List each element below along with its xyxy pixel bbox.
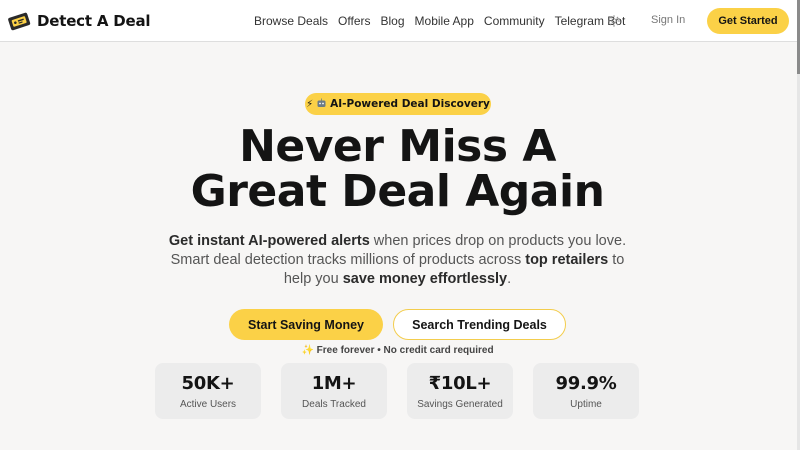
top-navbar: Detect A Deal Browse Deals Offers Blog M… <box>0 0 797 42</box>
nav-link-blog[interactable]: Blog <box>381 14 405 28</box>
stat-value: 1M+ <box>311 373 357 394</box>
stat-value: ₹10L+ <box>428 373 492 394</box>
stat-card-uptime: 99.9% Uptime <box>533 363 639 419</box>
stat-value: 50K+ <box>181 373 235 394</box>
ticket-deal-icon <box>7 10 31 32</box>
ai-discovery-badge: ⚡ AI-Powered Deal Discovery <box>305 93 491 115</box>
nav-links: Browse Deals Offers Blog Mobile App Comm… <box>254 13 635 29</box>
free-forever-note: ✨ Free forever • No credit card required <box>301 345 494 356</box>
start-saving-button[interactable]: Start Saving Money <box>229 309 383 340</box>
stat-value: 99.9% <box>555 373 617 394</box>
stat-label: Deals Tracked <box>302 399 366 410</box>
stat-card-savings: ₹10L+ Savings Generated <box>407 363 513 419</box>
hero-subtitle: Get instant AI-powered alerts when price… <box>160 232 635 289</box>
brand-logo[interactable]: Detect A Deal <box>7 10 151 32</box>
stat-label: Uptime <box>570 399 602 410</box>
lightning-icon: ⚡ <box>306 98 314 110</box>
stat-label: Savings Generated <box>417 399 503 410</box>
hero-headline: Never Miss A Great Deal Again <box>150 124 645 214</box>
stats-row: 50K+ Active Users 1M+ Deals Tracked ₹10L… <box>155 363 639 419</box>
robot-icon <box>316 98 327 110</box>
get-started-button[interactable]: Get Started <box>707 8 789 34</box>
brand-name: Detect A Deal <box>37 12 151 30</box>
nav-link-mobile-app[interactable]: Mobile App <box>415 14 474 28</box>
nav-link-community[interactable]: Community <box>484 14 545 28</box>
sub-highlight-save: save money effortlessly <box>342 271 508 287</box>
stat-label: Active Users <box>179 399 237 410</box>
sign-in-link[interactable]: Sign In <box>651 14 685 26</box>
sub-text-3: . <box>507 271 512 287</box>
nav-link-browse-deals[interactable]: Browse Deals <box>254 14 328 28</box>
headline-line-1: Never Miss A <box>239 121 556 172</box>
sub-highlight-alerts: Get instant AI-powered alerts <box>168 233 370 249</box>
nav-link-offers[interactable]: Offers <box>338 14 370 28</box>
stat-card-users: 50K+ Active Users <box>155 363 261 419</box>
sun-icon[interactable] <box>608 15 620 27</box>
badge-label: AI-Powered Deal Discovery <box>330 98 490 110</box>
headline-line-2: Great Deal Again <box>190 166 605 217</box>
stat-card-deals: 1M+ Deals Tracked <box>281 363 387 419</box>
sub-highlight-retailers: top retailers <box>525 252 609 268</box>
search-trending-deals-button[interactable]: Search Trending Deals <box>393 309 566 340</box>
